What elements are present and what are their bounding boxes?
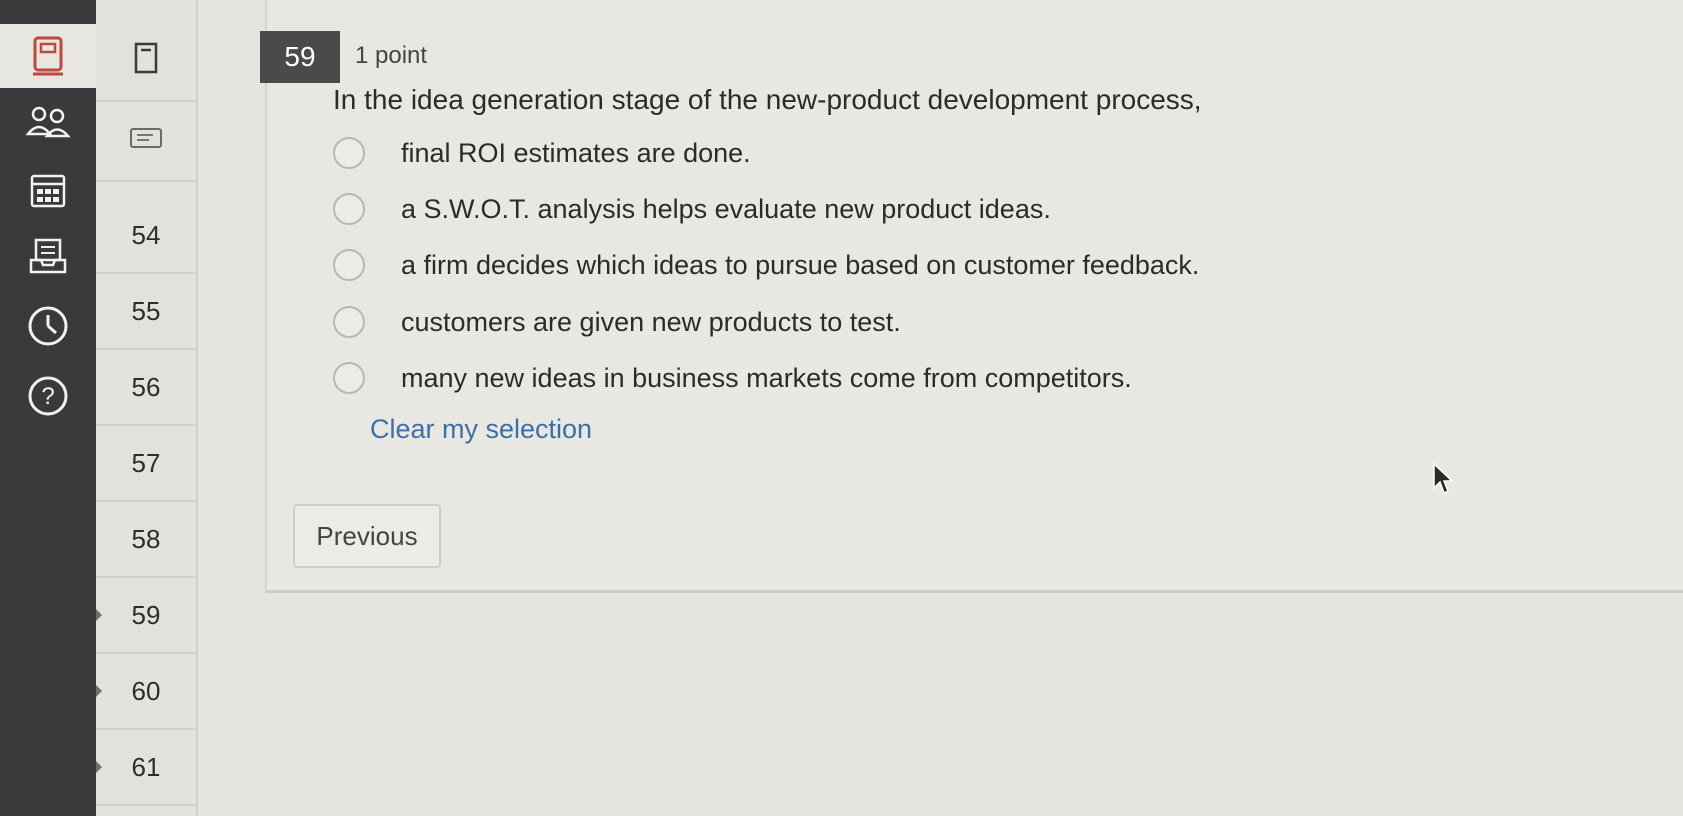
question-link-58[interactable]: 58 <box>96 502 196 578</box>
question-link-61[interactable]: 61 <box>96 730 196 806</box>
answer-option[interactable]: a S.W.O.T. analysis helps evaluate new p… <box>333 184 1233 234</box>
question-number-label: 59 <box>284 41 316 72</box>
radio-button[interactable] <box>333 193 365 225</box>
question-number: 59 <box>131 599 161 630</box>
question-link-60[interactable]: 60 <box>96 654 196 730</box>
quiz-page: ? 54 55 56 57 58 59 60 61 59 1 point In … <box>0 0 1683 816</box>
answer-option-label: a S.W.O.T. analysis helps evaluate new p… <box>401 193 1051 224</box>
question-points: 1 point <box>355 42 428 69</box>
radio-button[interactable] <box>333 362 365 394</box>
rail-item-help[interactable]: ? <box>0 364 96 428</box>
answer-option-label: customers are given new products to test… <box>401 306 901 337</box>
rail-item-calendar[interactable] <box>0 158 96 222</box>
svg-text:?: ? <box>41 383 54 410</box>
rail-item-history[interactable] <box>0 294 96 358</box>
people-icon <box>25 104 71 140</box>
flag-toggle[interactable] <box>96 20 196 102</box>
current-marker-icon <box>96 685 102 697</box>
question-number: 58 <box>131 523 161 554</box>
question-link-59[interactable]: 59 <box>96 578 196 654</box>
note-icon <box>129 127 163 154</box>
question-number: 56 <box>131 371 161 402</box>
answer-option[interactable]: final ROI estimates are done. <box>333 128 1233 178</box>
answer-option[interactable]: many new ideas in business markets come … <box>333 353 1233 403</box>
answer-option[interactable]: customers are given new products to test… <box>333 297 1233 347</box>
question-link-56[interactable]: 56 <box>96 350 196 426</box>
rail-item-inbox[interactable] <box>0 224 96 288</box>
calendar-icon <box>28 170 68 210</box>
answer-option-label: final ROI estimates are done. <box>401 137 751 168</box>
previous-button[interactable]: Previous <box>293 504 441 568</box>
clock-icon <box>26 304 70 348</box>
radio-button[interactable] <box>333 137 365 169</box>
question-navigator: 54 55 56 57 58 59 60 61 <box>96 0 198 816</box>
book-icon <box>28 34 68 78</box>
help-icon: ? <box>26 374 70 418</box>
flag-icon <box>133 41 159 80</box>
answer-option[interactable]: a firm decides which ideas to pursue bas… <box>333 240 1233 290</box>
answer-option-label: many new ideas in business markets come … <box>401 362 1132 393</box>
question-number: 60 <box>131 675 161 706</box>
question-text: In the idea generation stage of the new-… <box>333 84 1202 115</box>
question-link-57[interactable]: 57 <box>96 426 196 502</box>
question-number: 61 <box>131 751 161 782</box>
question-number: 57 <box>131 447 161 478</box>
inbox-icon <box>27 236 69 276</box>
radio-button[interactable] <box>333 249 365 281</box>
global-nav-rail: ? <box>0 0 96 816</box>
question-link-55[interactable]: 55 <box>96 274 196 350</box>
rail-item-courses[interactable] <box>0 24 96 88</box>
mouse-cursor-icon <box>1432 462 1454 501</box>
clear-selection-link[interactable]: Clear my selection <box>370 414 592 445</box>
current-marker-icon <box>96 609 102 621</box>
notes-toggle[interactable] <box>96 100 196 182</box>
answer-option-label: a firm decides which ideas to pursue bas… <box>401 249 1200 280</box>
rail-item-groups[interactable] <box>0 90 96 154</box>
question-number-badge: 59 <box>260 31 340 83</box>
question-number: 54 <box>131 219 161 250</box>
radio-button[interactable] <box>333 306 365 338</box>
current-marker-icon <box>96 761 102 773</box>
question-link-54[interactable]: 54 <box>96 198 196 274</box>
question-number: 55 <box>131 295 161 326</box>
